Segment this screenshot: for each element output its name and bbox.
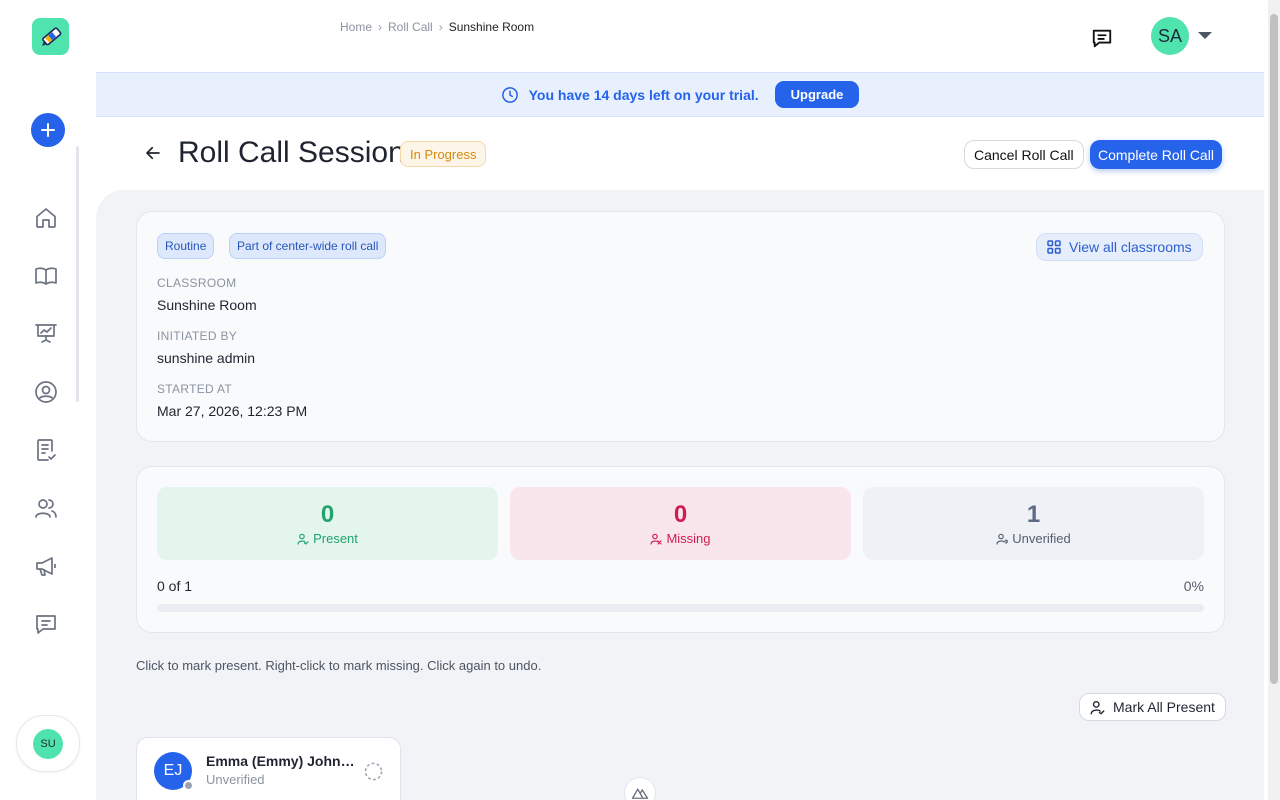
app-logo[interactable]	[32, 18, 69, 55]
present-count: 0	[320, 501, 335, 528]
avatar[interactable]: SA	[1151, 17, 1189, 55]
sidebar-item-announcements[interactable]	[33, 553, 59, 579]
sidebar-item-messages[interactable]	[33, 611, 59, 637]
trial-message: You have 14 days left on your trial.	[528, 86, 759, 103]
pending-circle-icon[interactable]	[364, 762, 383, 781]
user-circle-icon	[35, 381, 57, 403]
session-info-card: Routine Part of center-wide roll call Vi…	[136, 211, 1225, 442]
messages-button[interactable]	[1089, 25, 1115, 51]
started-at-value: Mar 27, 2026, 12:23 PM	[157, 403, 308, 419]
sidebar-item-reports[interactable]	[33, 320, 59, 346]
mark-all-present-button[interactable]: Mark All Present	[1079, 693, 1226, 721]
clock-icon	[501, 86, 518, 103]
breadcrumb: Home › Roll Call › Sunshine Room	[340, 20, 534, 34]
page-title: Roll Call Session	[178, 136, 405, 169]
chevron-right-icon: ›	[438, 20, 443, 34]
present-stat: 0 Present	[157, 487, 498, 560]
mark-all-present-label: Mark All Present	[1113, 699, 1215, 715]
sidebar-item-roll-call[interactable]	[33, 437, 59, 463]
trial-banner: You have 14 days left on your trial. Upg…	[96, 72, 1264, 117]
add-button[interactable]	[31, 113, 65, 147]
breadcrumb-current: Sunshine Room	[448, 20, 535, 34]
missing-label: Missing	[666, 531, 711, 546]
unverified-stat: 1 Unverified	[863, 487, 1204, 560]
sidebar-item-library[interactable]	[33, 263, 59, 289]
missing-stat: 0 Missing	[510, 487, 851, 560]
complete-roll-call-button[interactable]: Complete Roll Call	[1090, 140, 1222, 169]
classroom-label: CLASSROOM	[157, 276, 237, 290]
sidebar-item-people[interactable]	[33, 495, 59, 521]
instructions-text: Click to mark present. Right-click to ma…	[136, 658, 542, 673]
initiated-by-label: INITIATED BY	[157, 329, 238, 343]
pencil-logo-icon	[41, 26, 61, 46]
chevron-right-icon: ›	[378, 20, 383, 34]
view-all-classrooms-button[interactable]: View all classrooms	[1036, 233, 1203, 261]
view-all-classrooms-label: View all classrooms	[1069, 239, 1192, 255]
message-square-text-icon	[1092, 29, 1112, 48]
child-card[interactable]: EJ Emma (Emmy) Johnson Unverified	[136, 737, 401, 800]
grid-icon	[1047, 240, 1061, 254]
progress-percent: 0%	[1183, 578, 1204, 594]
user-menu-button[interactable]: SU	[16, 715, 80, 772]
user-check-icon	[297, 533, 309, 545]
progress-bar	[157, 604, 1204, 612]
megaphone-icon	[36, 557, 56, 576]
progress-count: 0 of 1	[157, 578, 193, 594]
user-x-icon	[650, 533, 663, 545]
child-status: Unverified	[206, 772, 265, 787]
sidebar: SU	[0, 0, 96, 800]
home-icon	[36, 208, 56, 228]
page-scrollbar[interactable]	[1268, 0, 1280, 800]
initiated-by-value: sunshine admin	[157, 350, 256, 366]
chevron-down-icon[interactable]	[1198, 32, 1212, 39]
message-square-icon	[36, 615, 56, 634]
center-wide-tag: Part of center-wide roll call	[229, 233, 387, 259]
breadcrumb-home[interactable]: Home	[340, 20, 372, 34]
routine-tag: Routine	[157, 233, 215, 259]
missing-count: 0	[673, 501, 688, 528]
sidebar-item-profiles[interactable]	[33, 379, 59, 405]
status-dot	[183, 780, 194, 791]
started-at-label: STARTED AT	[157, 382, 233, 396]
unverified-label: Unverified	[1012, 531, 1071, 546]
sidebar-item-home[interactable]	[33, 205, 59, 231]
attendance-stats-card: 0 Present 0 Missing 1 Unverified 0 of 1 …	[136, 466, 1225, 633]
status-badge: In Progress	[400, 141, 487, 167]
user-question-icon	[996, 533, 1009, 545]
unverified-count: 1	[1026, 501, 1041, 528]
user-check-icon	[1090, 700, 1105, 715]
presentation-chart-icon	[35, 324, 57, 343]
back-button[interactable]	[144, 144, 162, 162]
scrollbar-thumb[interactable]	[1270, 14, 1278, 684]
book-icon	[35, 267, 57, 285]
users-icon	[35, 499, 57, 518]
upgrade-button[interactable]: Upgrade	[774, 81, 860, 108]
nuxt-logo-icon	[631, 788, 649, 799]
avatar: SU	[33, 728, 63, 759]
sidebar-scrollbar[interactable]	[76, 146, 79, 402]
arrow-left-icon	[146, 146, 160, 160]
breadcrumb-roll-call[interactable]: Roll Call	[388, 20, 433, 34]
child-name: Emma (Emmy) Johnson	[206, 753, 356, 769]
present-label: Present	[313, 531, 358, 546]
clipboard-check-icon	[37, 439, 56, 461]
cancel-roll-call-button[interactable]: Cancel Roll Call	[964, 140, 1084, 169]
plus-icon	[41, 123, 55, 137]
classroom-value: Sunshine Room	[157, 297, 257, 313]
